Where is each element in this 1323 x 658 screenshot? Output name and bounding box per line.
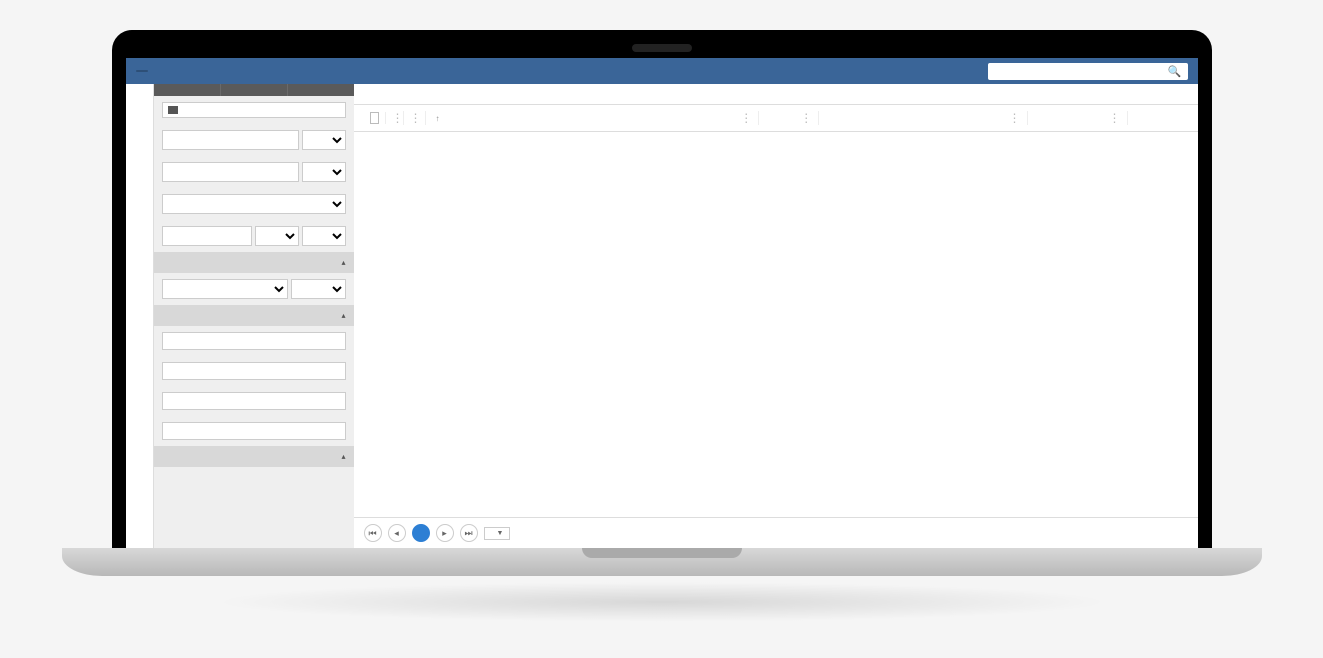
page-prev[interactable]: ◂ <box>388 524 406 542</box>
global-search-input[interactable] <box>994 66 1168 77</box>
select-all-checkbox[interactable] <box>370 112 379 124</box>
table-header: ⋮ ⋮ ↑ ⋮ ⋮ ⋮ ⋮ <box>354 104 1198 132</box>
logo <box>136 70 148 72</box>
reset-button[interactable] <box>154 84 221 96</box>
search-icon[interactable]: 🔍 <box>1168 65 1182 78</box>
anyprop-drop[interactable] <box>302 226 346 246</box>
page-last[interactable]: ⏭ <box>460 524 478 542</box>
page-first[interactable]: ⏮ <box>364 524 382 542</box>
col-ctype[interactable]: ⋮ <box>1028 111 1128 125</box>
anyprop-op[interactable] <box>255 226 299 246</box>
anyprop-input[interactable] <box>162 226 252 246</box>
profile-select[interactable] <box>162 194 346 214</box>
search-button[interactable] <box>288 84 354 96</box>
col-version[interactable]: ⋮ <box>759 111 819 125</box>
filename-op[interactable] <box>302 130 346 150</box>
page-next[interactable]: ▸ <box>436 524 454 542</box>
save-button[interactable] <box>221 84 288 96</box>
app-header: 🔍 <box>126 58 1198 84</box>
column-menu-icon[interactable]: ⋮ <box>800 111 812 125</box>
dnotes-input[interactable] <box>162 422 346 440</box>
sort-asc-icon: ↑ <box>436 114 440 123</box>
path-field[interactable] <box>162 102 346 118</box>
filedate-op[interactable] <box>291 279 346 299</box>
page-size-select[interactable]: ▼ <box>484 527 511 540</box>
words-input[interactable] <box>162 162 299 182</box>
section-userfile[interactable]: ▴ <box>154 446 354 467</box>
desc-input[interactable] <box>162 362 346 380</box>
nav-rail <box>126 84 154 548</box>
section-filedate[interactable]: ▴ <box>154 252 354 273</box>
results-rows <box>354 132 1198 517</box>
column-menu-icon[interactable]: ⋮ <box>1009 111 1021 125</box>
section-docnotes[interactable]: ▴ <box>154 305 354 326</box>
filename-input[interactable] <box>162 130 299 150</box>
column-menu-icon[interactable]: ⋮ <box>1109 111 1121 125</box>
column-menu-icon[interactable]: ⋮ <box>740 111 752 125</box>
vernotes-input[interactable] <box>162 392 346 410</box>
column-menu-icon[interactable]: ⋮ <box>410 111 422 125</box>
col-filename[interactable]: ↑ ⋮ <box>426 111 760 125</box>
column-menu-icon[interactable]: ⋮ <box>392 111 404 125</box>
chevron-up-icon: ▴ <box>341 311 345 320</box>
col-title[interactable]: ⋮ <box>819 111 1027 125</box>
global-search[interactable]: 🔍 <box>988 63 1188 80</box>
page-current[interactable] <box>412 524 430 542</box>
folder-icon <box>168 106 178 114</box>
main-content: ⋮ ⋮ ↑ ⋮ ⋮ ⋮ ⋮ <box>354 84 1198 548</box>
chevron-down-icon: ▼ <box>497 530 504 537</box>
results-heading <box>354 84 1198 104</box>
filedate-date[interactable] <box>162 279 288 299</box>
chevron-up-icon: ▴ <box>341 452 345 461</box>
pagination: ⏮ ◂ ▸ ⏭ ▼ <box>354 517 1198 548</box>
chevron-up-icon: ▴ <box>341 258 345 267</box>
search-panel: ▴ ▴ <box>154 84 354 548</box>
words-op[interactable] <box>302 162 346 182</box>
docstatus-input[interactable] <box>162 332 346 350</box>
